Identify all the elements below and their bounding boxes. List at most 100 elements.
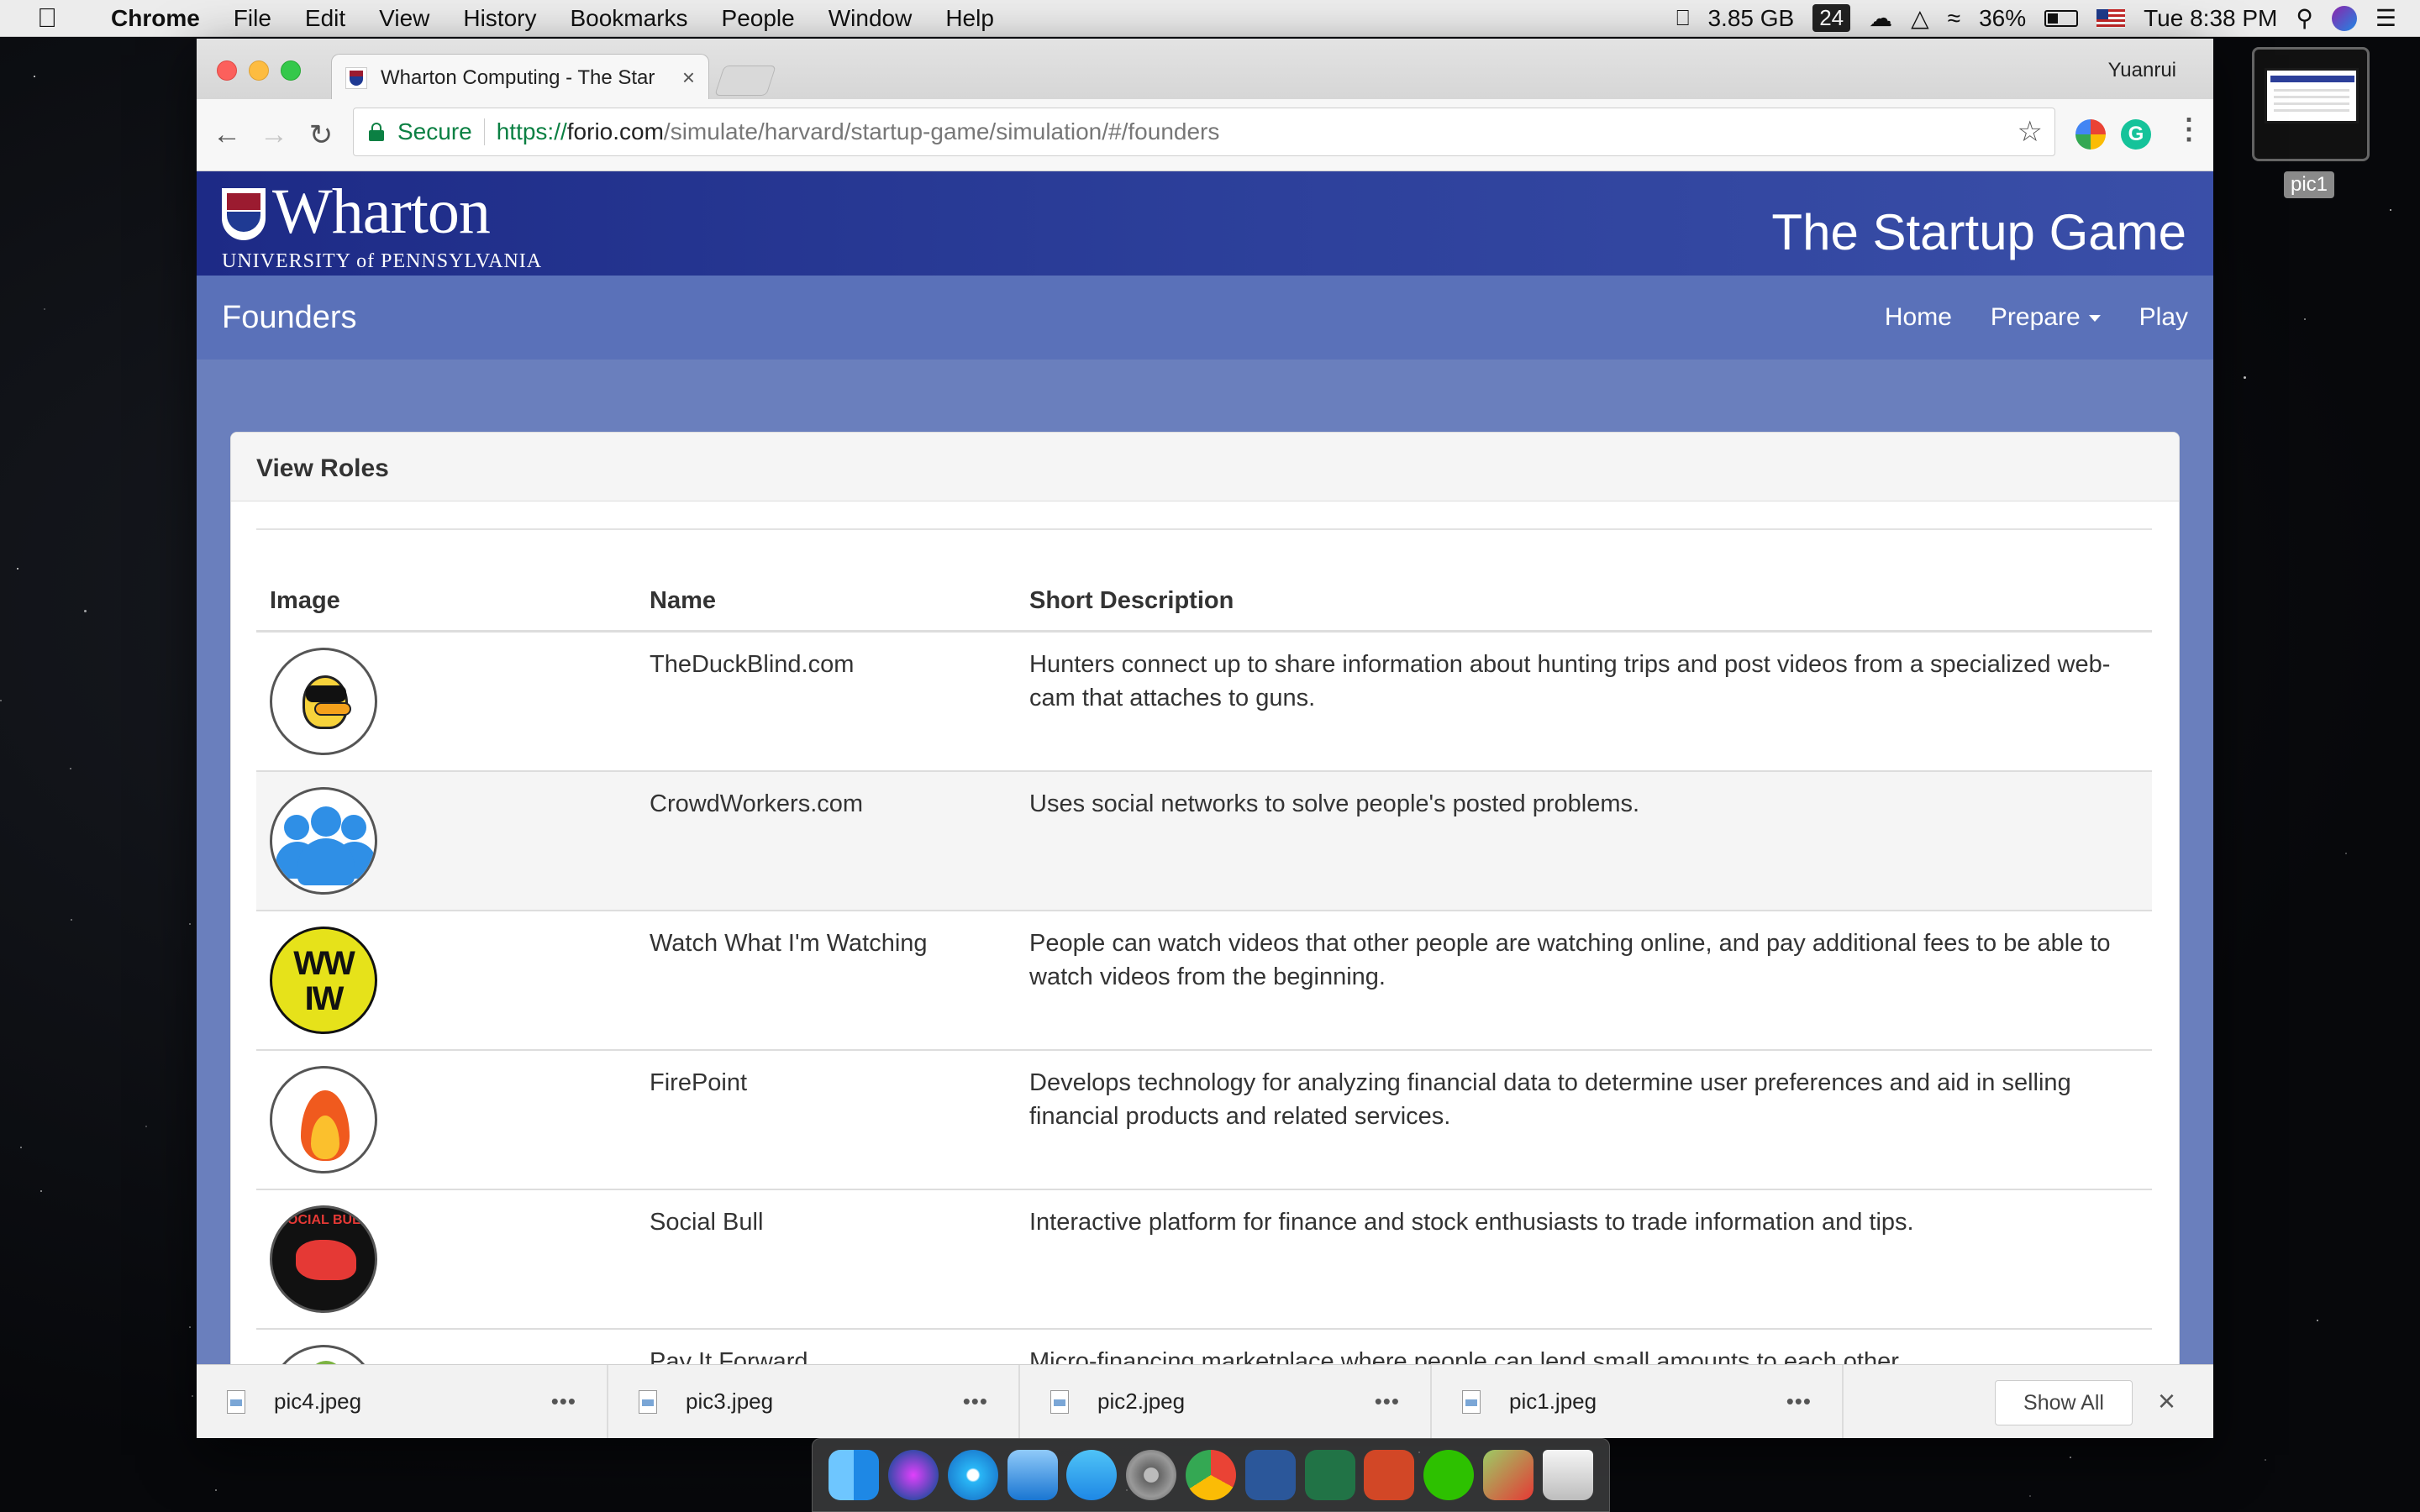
finder-icon[interactable] <box>829 1450 880 1500</box>
star-dot <box>84 610 87 612</box>
siri-icon[interactable] <box>2331 5 2357 31</box>
show-all-button[interactable]: Show All <box>1995 1380 2133 1425</box>
word-icon[interactable] <box>1244 1450 1296 1500</box>
new-tab-button[interactable] <box>714 66 776 96</box>
column-header-image: Image <box>256 575 636 633</box>
address-bar[interactable]: Secure https:// forio.com /simulate/harv… <box>353 108 2055 156</box>
download-item[interactable]: pic1.jpeg ••• <box>1432 1364 1844 1438</box>
airplay-icon[interactable]: △ <box>1911 4 1929 32</box>
role-name: CrowdWorkers.com <box>636 770 1016 911</box>
title-bar: Wharton Computing - The Star × Yuanrui <box>197 39 2213 101</box>
wifi-icon[interactable]: ≈ <box>1948 5 1960 32</box>
battery-icon[interactable] <box>2044 9 2079 27</box>
back-icon[interactable]: ← <box>203 118 250 151</box>
more-options-icon[interactable]: ••• <box>1786 1389 1812 1415</box>
star-dot <box>2390 209 2391 211</box>
desktop-file-label[interactable]: pic1 <box>2284 171 2335 198</box>
menu-help[interactable]: Help <box>929 5 1011 32</box>
bull-logo-text: SOCIAL BULL <box>278 1213 369 1227</box>
system-preferences-icon[interactable] <box>1126 1450 1177 1500</box>
nav-prepare[interactable]: Prepare <box>1991 303 2101 332</box>
url-host: forio.com <box>566 118 664 144</box>
secure-label[interactable]: Secure <box>397 118 472 145</box>
powerpoint-icon[interactable] <box>1364 1450 1415 1500</box>
close-tab-icon[interactable]: × <box>682 65 695 91</box>
menu-history[interactable]: History <box>446 5 553 32</box>
notification-center-icon[interactable]: ☰ <box>2375 4 2396 32</box>
navbar-brand[interactable]: Founders <box>222 300 357 336</box>
role-description: Develops technology for analyzing financ… <box>1016 1049 2152 1189</box>
browser-tab[interactable]: Wharton Computing - The Star × <box>331 54 709 101</box>
download-item[interactable]: pic4.jpeg ••• <box>197 1364 608 1438</box>
download-filename: pic2.jpeg <box>1097 1389 1186 1414</box>
caret-down-icon <box>2088 315 2101 323</box>
battery-percent[interactable]: 36% <box>1979 5 2026 32</box>
more-options-icon[interactable]: ••• <box>963 1389 988 1415</box>
reload-icon[interactable]: ↻ <box>297 118 345 152</box>
star-dot <box>2265 1459 2266 1461</box>
role-name: FirePoint <box>636 1049 1016 1189</box>
panel-heading: View Roles <box>231 433 2179 501</box>
desktop-file-thumbnail[interactable] <box>2252 47 2370 161</box>
memory-status[interactable]: 3.85 GB <box>1707 5 1794 32</box>
grammarly-icon[interactable]: G <box>2121 119 2151 150</box>
column-header-description: Short Description <box>1016 575 2152 633</box>
lock-icon[interactable] <box>369 123 384 141</box>
more-options-icon[interactable]: ••• <box>551 1389 576 1415</box>
menu-people[interactable]: People <box>705 5 812 32</box>
siri-icon[interactable] <box>888 1450 939 1500</box>
download-filename: pic4.jpeg <box>274 1389 362 1414</box>
wwiw-logo-image: WW IW <box>270 927 377 1034</box>
calendar-badge[interactable]: 24 <box>1812 4 1851 32</box>
role-description: Uses social networks to solve people's p… <box>1016 770 2152 911</box>
menu-window[interactable]: Window <box>812 5 929 32</box>
clock[interactable]: Tue 8:38 PM <box>2144 5 2277 32</box>
app-store-icon[interactable] <box>1066 1450 1118 1500</box>
profile-button[interactable]: Yuanrui <box>2108 59 2176 82</box>
role-description: Hunters connect up to share information … <box>1016 630 2152 771</box>
table-row[interactable]: CrowdWorkers.com Uses social networks to… <box>256 770 2152 911</box>
zoom-window-button[interactable] <box>281 60 301 81</box>
close-window-button[interactable] <box>217 60 237 81</box>
chrome-menu-icon[interactable]: ⋮ <box>2175 113 2203 146</box>
wechat-icon[interactable] <box>1423 1450 1475 1500</box>
forward-icon[interactable]: → <box>250 118 297 151</box>
more-options-icon[interactable]: ••• <box>1375 1389 1400 1415</box>
cloud-icon[interactable]: ☁ <box>1869 4 1892 32</box>
mail-icon[interactable] <box>1007 1450 1058 1500</box>
table-row[interactable]: TheDuckBlind.com Hunters connect up to s… <box>256 630 2152 771</box>
role-name: Watch What I'm Watching <box>636 910 1016 1050</box>
trash-icon[interactable] <box>1542 1450 1593 1500</box>
star-dot <box>20 1147 22 1148</box>
excel-icon[interactable] <box>1304 1450 1355 1500</box>
role-description: Interactive platform for finance and sto… <box>1016 1189 2152 1329</box>
chrome-icon[interactable] <box>1185 1450 1236 1500</box>
search-icon[interactable]: ⚲ <box>2296 4 2313 32</box>
menu-view[interactable]: View <box>362 5 446 32</box>
menu-bar:  Chrome File Edit View History Bookmark… <box>0 0 2420 37</box>
flag-icon[interactable] <box>2096 8 2126 28</box>
apple-icon[interactable]:  <box>0 3 94 34</box>
table-row[interactable]: SOCIAL BULL Social Bull Interactive plat… <box>256 1189 2152 1329</box>
download-item[interactable]: pic2.jpeg ••• <box>1020 1364 1432 1438</box>
menu-bookmarks[interactable]: Bookmarks <box>553 5 704 32</box>
table-row[interactable]: FirePoint Develops technology for analyz… <box>256 1049 2152 1189</box>
memory-icon[interactable]: ⎕ <box>1676 5 1690 32</box>
minimize-window-button[interactable] <box>249 60 269 81</box>
safari-icon[interactable] <box>947 1450 998 1500</box>
wharton-logo[interactable]: Wharton UNIVERSITY of PENNSYLVANIA <box>222 180 541 272</box>
url-scheme: https:// <box>496 118 567 144</box>
nav-play[interactable]: Play <box>2139 303 2188 332</box>
menu-app-name[interactable]: Chrome <box>94 5 217 32</box>
star-dot <box>2070 1457 2071 1458</box>
star-dot <box>34 76 35 77</box>
nav-home[interactable]: Home <box>1885 303 1952 332</box>
menu-edit[interactable]: Edit <box>288 5 362 32</box>
extension-icon[interactable] <box>2075 119 2106 150</box>
menu-file[interactable]: File <box>217 5 288 32</box>
table-row[interactable]: WW IW Watch What I'm Watching People can… <box>256 910 2152 1050</box>
app-icon[interactable] <box>1482 1450 1534 1500</box>
close-shelf-icon[interactable]: × <box>2158 1383 2175 1419</box>
download-item[interactable]: pic3.jpeg ••• <box>608 1364 1020 1438</box>
bookmark-star-icon[interactable]: ☆ <box>2018 115 2043 149</box>
